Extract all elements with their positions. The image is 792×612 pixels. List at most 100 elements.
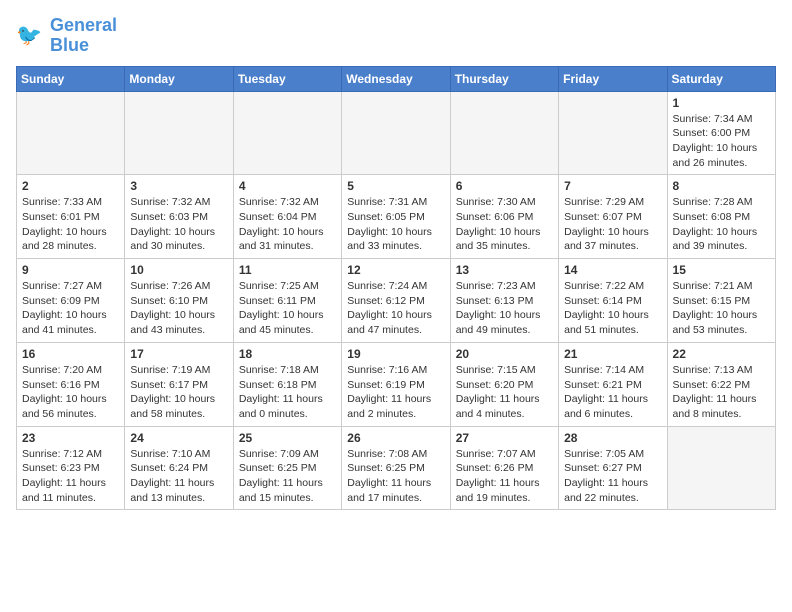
day-info: Sunrise: 7:27 AMSunset: 6:09 PMDaylight:… xyxy=(22,279,119,338)
calendar-cell: 25Sunrise: 7:09 AMSunset: 6:25 PMDayligh… xyxy=(233,426,341,510)
day-number: 15 xyxy=(673,263,770,277)
calendar-cell: 23Sunrise: 7:12 AMSunset: 6:23 PMDayligh… xyxy=(17,426,125,510)
calendar-cell: 8 Sunrise: 7:28 AMSunset: 6:08 PMDaylight… xyxy=(667,175,775,259)
calendar-cell: 11 Sunrise: 7:25 AMSunset: 6:11 PMDayligh… xyxy=(233,259,341,343)
weekday-header: Saturday xyxy=(667,66,775,91)
day-number: 10 xyxy=(130,263,227,277)
weekday-header: Tuesday xyxy=(233,66,341,91)
calendar-header-row: SundayMondayTuesdayWednesdayThursdayFrid… xyxy=(17,66,776,91)
day-number: 27 xyxy=(456,431,553,445)
day-info: Sunrise: 7:12 AMSunset: 6:23 PMDaylight:… xyxy=(22,447,119,506)
calendar-cell: 26 Sunrise: 7:08 AMSunset: 6:25 PMDayligh… xyxy=(342,426,450,510)
day-number: 4 xyxy=(239,179,336,193)
day-info: Sunrise: 7:28 AMSunset: 6:08 PMDaylight:… xyxy=(673,195,770,254)
day-number: 11 xyxy=(239,263,336,277)
weekday-header: Friday xyxy=(559,66,667,91)
calendar-cell: 12 Sunrise: 7:24 AMSunset: 6:12 PMDayligh… xyxy=(342,259,450,343)
day-info: Sunrise: 7:22 AMSunset: 6:14 PMDaylight:… xyxy=(564,279,661,338)
calendar-cell xyxy=(17,91,125,175)
day-number: 2 xyxy=(22,179,119,193)
day-number: 28 xyxy=(564,431,661,445)
svg-text:🐦: 🐦 xyxy=(16,24,42,47)
day-info: Sunrise: 7:24 AMSunset: 6:12 PMDaylight:… xyxy=(347,279,444,338)
day-info: Sunrise: 7:31 AMSunset: 6:05 PMDaylight:… xyxy=(347,195,444,254)
calendar-cell: 3 Sunrise: 7:32 AMSunset: 6:03 PMDaylight… xyxy=(125,175,233,259)
day-number: 14 xyxy=(564,263,661,277)
weekday-header: Sunday xyxy=(17,66,125,91)
day-info: Sunrise: 7:34 AMSunset: 6:00 PMDaylight:… xyxy=(673,112,770,171)
logo-text: General Blue xyxy=(50,16,117,56)
day-number: 9 xyxy=(22,263,119,277)
calendar-cell: 14 Sunrise: 7:22 AMSunset: 6:14 PMDayligh… xyxy=(559,259,667,343)
day-info: Sunrise: 7:14 AMSunset: 6:21 PMDaylight:… xyxy=(564,363,661,422)
calendar-cell: 1 Sunrise: 7:34 AMSunset: 6:00 PMDaylight… xyxy=(667,91,775,175)
day-info: Sunrise: 7:26 AMSunset: 6:10 PMDaylight:… xyxy=(130,279,227,338)
day-info: Sunrise: 7:32 AMSunset: 6:03 PMDaylight:… xyxy=(130,195,227,254)
calendar-cell: 17Sunrise: 7:19 AMSunset: 6:17 PMDayligh… xyxy=(125,342,233,426)
calendar-cell: 24 Sunrise: 7:10 AMSunset: 6:24 PMDayligh… xyxy=(125,426,233,510)
day-info: Sunrise: 7:23 AMSunset: 6:13 PMDaylight:… xyxy=(456,279,553,338)
day-info: Sunrise: 7:18 AMSunset: 6:18 PMDaylight:… xyxy=(239,363,336,422)
day-number: 24 xyxy=(130,431,227,445)
calendar-week-row: 16Sunrise: 7:20 AMSunset: 6:16 PMDayligh… xyxy=(17,342,776,426)
calendar-cell xyxy=(233,91,341,175)
day-info: Sunrise: 7:33 AMSunset: 6:01 PMDaylight:… xyxy=(22,195,119,254)
calendar-cell xyxy=(450,91,558,175)
day-info: Sunrise: 7:05 AMSunset: 6:27 PMDaylight:… xyxy=(564,447,661,506)
calendar-cell: 19 Sunrise: 7:16 AMSunset: 6:19 PMDayligh… xyxy=(342,342,450,426)
calendar-cell xyxy=(125,91,233,175)
day-info: Sunrise: 7:16 AMSunset: 6:19 PMDaylight:… xyxy=(347,363,444,422)
day-number: 19 xyxy=(347,347,444,361)
day-number: 5 xyxy=(347,179,444,193)
calendar-cell: 5 Sunrise: 7:31 AMSunset: 6:05 PMDaylight… xyxy=(342,175,450,259)
day-info: Sunrise: 7:32 AMSunset: 6:04 PMDaylight:… xyxy=(239,195,336,254)
day-number: 21 xyxy=(564,347,661,361)
day-number: 6 xyxy=(456,179,553,193)
day-number: 16 xyxy=(22,347,119,361)
weekday-header: Wednesday xyxy=(342,66,450,91)
calendar-cell: 6 Sunrise: 7:30 AMSunset: 6:06 PMDaylight… xyxy=(450,175,558,259)
page-header: 🐦 General Blue xyxy=(16,16,776,56)
calendar-cell: 2 Sunrise: 7:33 AMSunset: 6:01 PMDaylight… xyxy=(17,175,125,259)
day-number: 22 xyxy=(673,347,770,361)
calendar-cell: 21 Sunrise: 7:14 AMSunset: 6:21 PMDayligh… xyxy=(559,342,667,426)
day-number: 7 xyxy=(564,179,661,193)
calendar-cell: 18 Sunrise: 7:18 AMSunset: 6:18 PMDayligh… xyxy=(233,342,341,426)
calendar-cell: 13 Sunrise: 7:23 AMSunset: 6:13 PMDayligh… xyxy=(450,259,558,343)
day-info: Sunrise: 7:10 AMSunset: 6:24 PMDaylight:… xyxy=(130,447,227,506)
calendar-cell xyxy=(559,91,667,175)
day-info: Sunrise: 7:25 AMSunset: 6:11 PMDaylight:… xyxy=(239,279,336,338)
calendar-cell: 10 Sunrise: 7:26 AMSunset: 6:10 PMDayligh… xyxy=(125,259,233,343)
day-number: 17 xyxy=(130,347,227,361)
day-info: Sunrise: 7:15 AMSunset: 6:20 PMDaylight:… xyxy=(456,363,553,422)
day-info: Sunrise: 7:30 AMSunset: 6:06 PMDaylight:… xyxy=(456,195,553,254)
day-info: Sunrise: 7:09 AMSunset: 6:25 PMDaylight:… xyxy=(239,447,336,506)
calendar-cell: 4 Sunrise: 7:32 AMSunset: 6:04 PMDaylight… xyxy=(233,175,341,259)
calendar-cell: 28 Sunrise: 7:05 AMSunset: 6:27 PMDayligh… xyxy=(559,426,667,510)
day-number: 18 xyxy=(239,347,336,361)
day-number: 26 xyxy=(347,431,444,445)
day-info: Sunrise: 7:08 AMSunset: 6:25 PMDaylight:… xyxy=(347,447,444,506)
calendar-week-row: 1 Sunrise: 7:34 AMSunset: 6:00 PMDaylight… xyxy=(17,91,776,175)
day-number: 1 xyxy=(673,96,770,110)
day-number: 8 xyxy=(673,179,770,193)
calendar-week-row: 9 Sunrise: 7:27 AMSunset: 6:09 PMDaylight… xyxy=(17,259,776,343)
calendar-cell: 22 Sunrise: 7:13 AMSunset: 6:22 PMDayligh… xyxy=(667,342,775,426)
day-number: 3 xyxy=(130,179,227,193)
day-info: Sunrise: 7:29 AMSunset: 6:07 PMDaylight:… xyxy=(564,195,661,254)
weekday-header: Monday xyxy=(125,66,233,91)
calendar-cell: 20 Sunrise: 7:15 AMSunset: 6:20 PMDayligh… xyxy=(450,342,558,426)
calendar-week-row: 23Sunrise: 7:12 AMSunset: 6:23 PMDayligh… xyxy=(17,426,776,510)
calendar-cell: 16Sunrise: 7:20 AMSunset: 6:16 PMDayligh… xyxy=(17,342,125,426)
day-number: 20 xyxy=(456,347,553,361)
calendar-cell xyxy=(667,426,775,510)
calendar-cell: 7 Sunrise: 7:29 AMSunset: 6:07 PMDaylight… xyxy=(559,175,667,259)
day-number: 12 xyxy=(347,263,444,277)
calendar-cell: 27Sunrise: 7:07 AMSunset: 6:26 PMDayligh… xyxy=(450,426,558,510)
day-info: Sunrise: 7:13 AMSunset: 6:22 PMDaylight:… xyxy=(673,363,770,422)
calendar-cell: 15 Sunrise: 7:21 AMSunset: 6:15 PMDayligh… xyxy=(667,259,775,343)
calendar-cell: 9 Sunrise: 7:27 AMSunset: 6:09 PMDaylight… xyxy=(17,259,125,343)
day-info: Sunrise: 7:21 AMSunset: 6:15 PMDaylight:… xyxy=(673,279,770,338)
logo-icon: 🐦 xyxy=(16,21,46,51)
day-number: 13 xyxy=(456,263,553,277)
